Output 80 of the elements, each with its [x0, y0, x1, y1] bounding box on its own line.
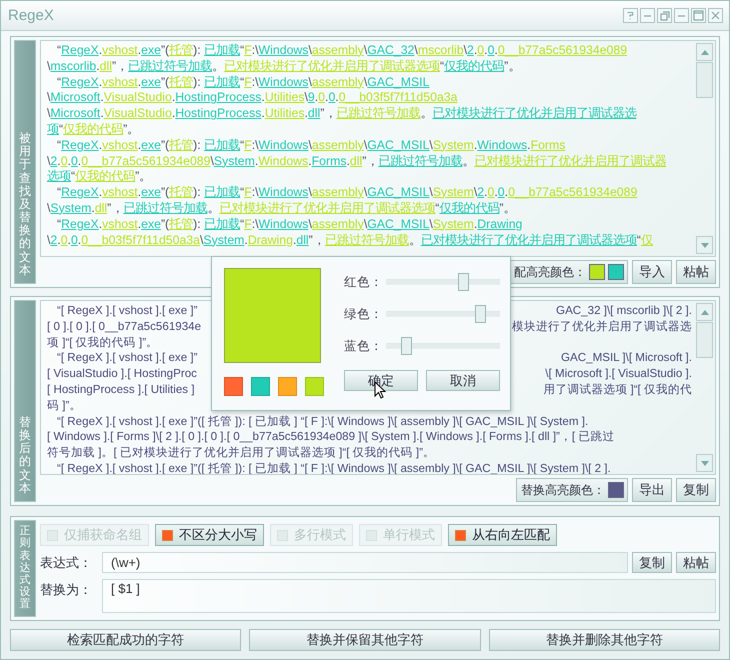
text-line: \[ Microsoft ].[ VisualStudio ]. — [545, 366, 692, 382]
close-icon — [711, 11, 720, 20]
panel-button[interactable]: 复制 — [676, 478, 716, 502]
side-label: 替换后的文本 — [14, 300, 36, 502]
text-line: “[ RegeX ].[ vshost ].[ exe ]” — [56, 303, 198, 319]
minimize-icon — [677, 14, 686, 16]
text-line: “RegeX.vshost.exe”(托管): 已加载“F:\Windows\assembly\GAC_MSIL — [56, 74, 430, 90]
action-button[interactable]: 替换并保留其他字符 — [249, 629, 481, 651]
scroll-down-button[interactable] — [696, 454, 713, 472]
dialog-button[interactable]: 取消 — [426, 370, 500, 391]
option-toggle[interactable]: 从右向左匹配 — [448, 524, 557, 546]
color-swatch[interactable] — [608, 482, 624, 498]
slider-label: 红色： — [344, 274, 384, 290]
text-line: \2.0.0.0__b77a5c561934e089\System.Windows.Forms.dll”，已跳过符号加载。已对模块进行了优化并启用了调试器 — [47, 154, 668, 170]
text-line: 符号加载 ]。[ 已对模块进行了优化并启用了调试器选项 ]“[ 仅我的代码 ]”。 — [47, 445, 435, 461]
color-swatch[interactable] — [608, 264, 624, 280]
color-swatch[interactable] — [589, 264, 605, 280]
text-line: “[ RegeX ].[ vshost ].[ exe ]”([ 托管 ]): [ 已加载 ] “[ F ]:\[ Windows ]\[ assembly ]\[ GAC_MSIL ]\[ System ]. — [56, 414, 588, 430]
slider-label: 绿色： — [344, 306, 384, 322]
text-line: 选项“仅我的代码”。 — [47, 169, 152, 186]
text-line: “[ RegeX ].[ vshost ].[ exe ]”([ 托管 ]): [ 已加载 ] “[ F ]:\[ Windows ]\[ assembly ]\[ GAC_MSIL ]\[ System ]\[ 2 ]. — [56, 460, 611, 474]
close-button[interactable] — [708, 8, 723, 23]
caret-up-icon — [700, 310, 708, 314]
text-line: 模块进行了优化并启用了调试器选 — [512, 318, 692, 335]
slider-thumb[interactable] — [400, 337, 412, 355]
caret-down-icon — [700, 460, 708, 466]
highlight-label: 配高亮颜色： — [514, 264, 586, 280]
side-label: 正则表达式设置 — [14, 520, 36, 617]
side-label: 被用于查找及替换的文本 — [14, 40, 36, 284]
text-line: [ 0 ].[ 0 ].[ 0__b77a5c561934e — [47, 318, 202, 335]
collapse-button[interactable] — [640, 8, 655, 23]
option-toggle[interactable]: 不区分大小写 — [155, 524, 264, 546]
highlight-label: 替换高亮颜色： — [521, 482, 605, 498]
field-button[interactable]: 粘帖 — [676, 552, 716, 573]
replacement-field[interactable]: [ $1 ] — [102, 579, 716, 613]
scrollbar-thumb[interactable] — [696, 62, 713, 98]
text-line: [ HostingProcess ].[ Utilities ] — [47, 382, 195, 398]
restore-button[interactable] — [657, 8, 672, 23]
text-line: “RegeX.vshost.exe”(托管): 已加载“F:\Windows\assembly\GAC_MSIL\System.Windows.Forms — [56, 138, 566, 154]
text-line: 码 ]”。 — [47, 398, 82, 414]
text-line: “RegeX.vshost.exe”(托管): 已加载“F:\Windows\assembly\GAC_32\mscorlib\2.0.0.0__b77a5c561934e089 — [56, 43, 628, 59]
panel-button[interactable]: 导入 — [632, 260, 672, 284]
text-line: GAC_32 ]\[ mscorlib ]\[ 2 ]. — [556, 303, 692, 319]
expression-field[interactable]: (\w+) — [102, 552, 628, 573]
text-line: \mscorlib.dll”，已跳过符号加载。已对模块进行了优化并启用了调试器选项“仅我的代码”。 — [47, 58, 522, 75]
scroll-down-button[interactable] — [696, 236, 713, 254]
caret-up-icon — [700, 50, 708, 54]
field-label: 替换为： — [40, 581, 93, 599]
text-line: \System.dll”，已跳过符号加载。已对模块进行了优化并启用了调试器选项“仅我的代码”。 — [47, 200, 516, 217]
text-line: GAC_MSIL ]\[ Microsoft ]. — [561, 350, 692, 366]
scroll-up-button[interactable] — [696, 303, 713, 321]
text-line: [ Windows ].[ Forms ]\[ 2 ].[ 0 ].[ 0 ].[ 0__b77a5c561934e089 ]\[ System ].[ Windows ].[ Forms ].[ dll ]”，[ 已跳过 — [47, 429, 614, 446]
caret-down-icon — [700, 242, 708, 248]
text-line: “[ RegeX ].[ vshost ].[ exe ]” — [56, 350, 198, 366]
action-button[interactable]: 替换并删除其他字符 — [488, 629, 720, 651]
text-line: “RegeX.vshost.exe”(托管): 已加载“F:\Windows\assembly\GAC_MSIL\System\2.0.0.0__b77a5c561934e089 — [56, 185, 638, 201]
maximize-button[interactable] — [691, 8, 706, 23]
text-line: 项“仅我的代码”。 — [47, 122, 140, 138]
panel-button[interactable]: 导出 — [632, 478, 672, 502]
text-line: \2.0.0.0__b03f5f7f11d50a3a\System.Drawing.dll”，已跳过符号加载。已对模块进行了优化并启用了调试器选项“仅 — [47, 232, 654, 248]
minimize-button[interactable] — [674, 8, 689, 23]
slider-label: 蓝色： — [344, 338, 384, 354]
field-label: 表达式： — [40, 554, 93, 572]
text-line: \Microsoft.VisualStudio.HostingProcess.Utilities.dll”，已跳过符号加载。已对模块进行了优化并启用了调试器选 — [47, 106, 638, 122]
text-line: “RegeX.vshost.exe”(托管): 已加载“F:\Windows\assembly\GAC_MSIL\System.Drawing — [56, 216, 524, 233]
window-title: RegeX — [8, 7, 54, 24]
panel-button[interactable]: 粘帖 — [676, 260, 716, 284]
text-line: [ VisualStudio ].[ HostingProc — [47, 366, 197, 382]
scroll-up-button[interactable] — [696, 43, 713, 61]
restore-icon — [660, 10, 670, 20]
action-button[interactable]: 检索匹配成功的字符 — [10, 629, 242, 651]
scrollbar-thumb[interactable] — [696, 322, 713, 358]
slider-thumb[interactable] — [458, 273, 469, 291]
field-button[interactable]: 复制 — [632, 552, 672, 573]
maximize-icon — [693, 10, 704, 21]
text-line: 用了调试器选项 ]“[ 仅我的代 — [543, 382, 692, 398]
slider-thumb[interactable] — [474, 305, 486, 323]
text-line: 项 ]“[ 仅我的代码 ]”。 — [47, 334, 158, 350]
text-line: \Microsoft.VisualStudio.HostingProcess.Utilities\9.0.0.0__b03f5f7f11d50a3a — [47, 90, 458, 106]
help-button[interactable] — [623, 8, 638, 23]
